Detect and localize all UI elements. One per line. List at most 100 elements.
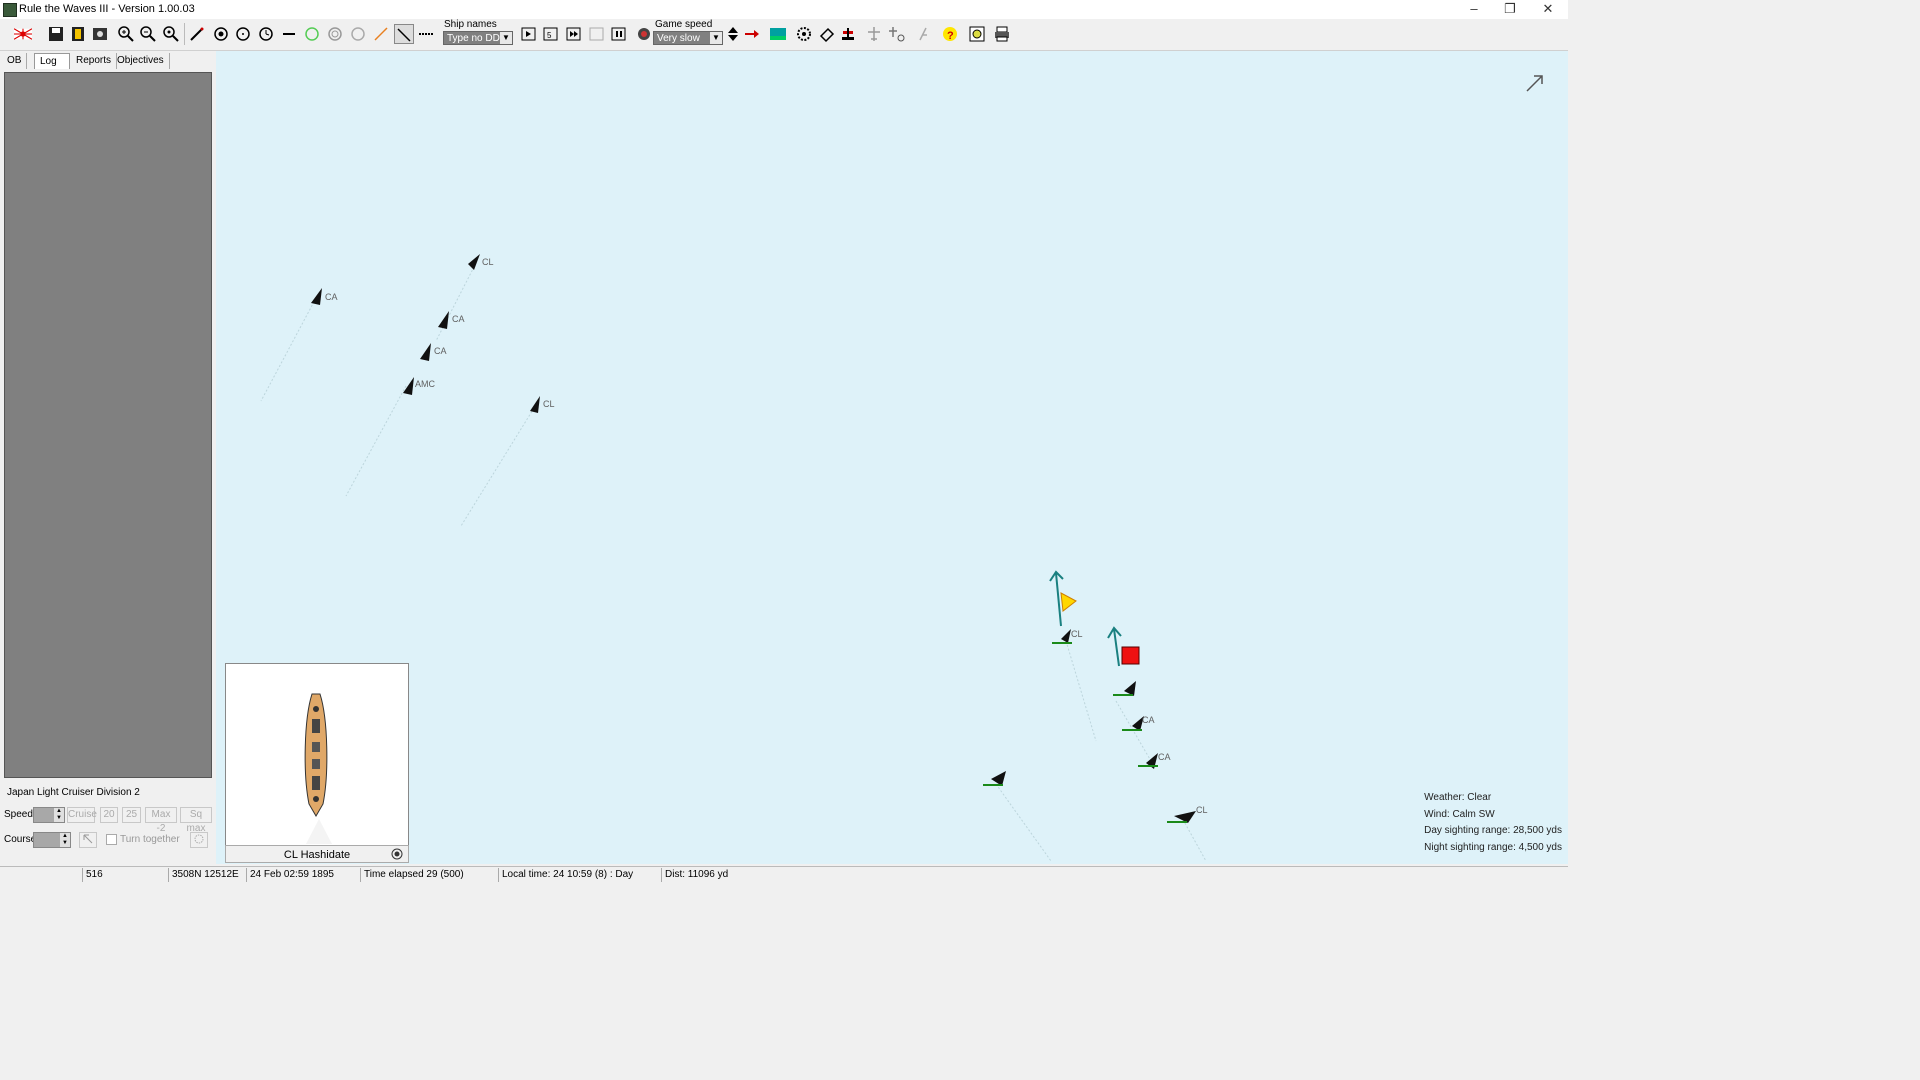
tab-objectives[interactable]: Objectives xyxy=(112,53,170,69)
zoom-out-icon[interactable] xyxy=(138,24,158,44)
pencil-icon[interactable] xyxy=(187,24,207,44)
friendly-ship-label[interactable]: CA xyxy=(1158,752,1171,762)
anchor-icon[interactable] xyxy=(838,24,858,44)
line-icon[interactable] xyxy=(279,24,299,44)
tab-reports[interactable]: Reports xyxy=(71,53,118,69)
japan-flag-icon[interactable] xyxy=(6,24,40,44)
dash-icon[interactable] xyxy=(416,24,436,44)
tab-ob[interactable]: OB xyxy=(2,53,28,69)
status-id: 516 xyxy=(82,868,166,882)
chevron-down-icon: ▼ xyxy=(710,32,722,44)
sq-max-button[interactable]: Sq max xyxy=(180,807,212,834)
status-position: 3508N 12512E xyxy=(168,868,246,882)
clock-icon[interactable] xyxy=(256,24,276,44)
game-speed-value: Very slow xyxy=(657,33,700,44)
course-pick-button[interactable] xyxy=(79,832,97,848)
report-icon[interactable] xyxy=(967,24,987,44)
selected-ship-name: CL Hashidate xyxy=(225,845,409,863)
course-arrow xyxy=(1049,570,1064,627)
speed-20-button[interactable]: 20 xyxy=(100,807,118,823)
game-speed-select[interactable]: Very slow ▼ xyxy=(653,31,723,45)
red-arrow-icon[interactable] xyxy=(742,24,762,44)
ring-green-icon[interactable] xyxy=(302,24,322,44)
speed-25-button[interactable]: 25 xyxy=(122,807,141,823)
day-sighting-line: Day sighting range: 28,500 yds xyxy=(1424,825,1562,836)
print-icon[interactable] xyxy=(992,24,1012,44)
circle-icon[interactable] xyxy=(233,24,253,44)
ship-wake xyxy=(260,297,317,402)
map-canvas xyxy=(260,75,1543,862)
slow-icon[interactable] xyxy=(587,24,607,44)
flagship-flag-icon xyxy=(1060,592,1077,612)
cruise-button[interactable]: Cruise xyxy=(67,807,97,823)
planes-icon[interactable] xyxy=(864,24,884,44)
zoom-fit-icon[interactable] xyxy=(161,24,181,44)
turn-together-checkbox[interactable] xyxy=(106,834,117,845)
toolbar: Ship names Type no DD ▼ 5 Game speed Ver… xyxy=(0,19,1568,51)
ring-gray-icon[interactable] xyxy=(325,24,345,44)
status-bar: 516 3508N 12512E 24 Feb 02:59 1895 Time … xyxy=(0,866,1568,883)
radar-icon[interactable] xyxy=(634,24,654,44)
ring-light-icon[interactable] xyxy=(348,24,368,44)
speed-spinner[interactable]: ▲ ▼ xyxy=(33,807,65,823)
zoom-in-icon[interactable] xyxy=(116,24,136,44)
enemy-ship-label[interactable]: CL xyxy=(482,257,494,267)
night-sighting-line: Night sighting range: 4,500 yds xyxy=(1424,841,1562,853)
spinner-arrows-icon[interactable]: ▲ ▼ xyxy=(54,808,64,822)
pause-icon[interactable] xyxy=(609,24,629,44)
friendly-ship-label[interactable]: CA xyxy=(1142,715,1155,725)
status-distance: Dist: 11096 yd xyxy=(661,868,861,882)
ship-profile-box[interactable] xyxy=(225,663,409,863)
gear-icon[interactable] xyxy=(794,24,814,44)
enemy-ship-marker xyxy=(420,343,431,361)
course-label: Course xyxy=(4,834,37,845)
torpedo-icon[interactable] xyxy=(913,24,933,44)
close-button[interactable]: ✕ xyxy=(1530,0,1566,19)
course-spinner[interactable]: ▲ ▼ xyxy=(33,832,71,848)
eraser-icon[interactable] xyxy=(817,24,837,44)
enemy-ship-marker xyxy=(468,254,480,270)
fast-icon[interactable] xyxy=(564,24,584,44)
friendly-ship-label[interactable]: CL xyxy=(1196,805,1208,815)
ship-name-text: CL Hashidate xyxy=(283,849,351,861)
enemy-ship-marker xyxy=(403,377,414,395)
arrow-orange-icon[interactable] xyxy=(371,24,391,44)
play-icon[interactable] xyxy=(519,24,539,44)
enemy-ship-label[interactable]: AMC xyxy=(415,379,435,389)
target-icon[interactable] xyxy=(211,24,231,44)
wind-line: Wind: Calm SW xyxy=(1424,808,1495,820)
ship-names-select[interactable]: Type no DD ▼ xyxy=(443,31,513,45)
ship-top-view-icon xyxy=(304,693,332,844)
enemy-ship-label[interactable]: CL xyxy=(543,399,555,409)
enemy-ship-label[interactable]: CA xyxy=(452,314,465,324)
speed-label: Speed xyxy=(4,809,33,820)
friendly-ship-label[interactable]: CL xyxy=(1071,629,1083,639)
ship-wake xyxy=(995,783,1052,862)
map-icon[interactable] xyxy=(768,24,788,44)
note-icon[interactable] xyxy=(68,24,88,44)
speed-up-icon[interactable] xyxy=(724,24,738,44)
arrow-black-icon[interactable] xyxy=(394,24,414,44)
status-local-time: Local time: 24 10:59 (8) : Day xyxy=(498,868,660,882)
help-icon[interactable]: ? xyxy=(940,24,960,44)
spinner-arrows-icon[interactable]: ▲ ▼ xyxy=(60,833,70,847)
save-icon[interactable] xyxy=(46,24,66,44)
ship-names-value: Type no DD xyxy=(447,33,500,44)
gear-icon xyxy=(194,834,204,844)
app-icon xyxy=(3,3,17,17)
restore-button[interactable]: ❐ xyxy=(1492,0,1528,19)
log-panel[interactable] xyxy=(4,72,212,778)
enemy-ship-marker xyxy=(311,288,322,305)
minimize-button[interactable]: – xyxy=(1456,0,1492,19)
step-icon[interactable]: 5 xyxy=(541,24,561,44)
settings-button[interactable] xyxy=(190,832,208,848)
lock-icon[interactable] xyxy=(391,848,403,860)
tab-log[interactable]: Log xyxy=(34,53,70,69)
game-speed-label: Game speed xyxy=(655,19,713,30)
battle-map[interactable]: CL CA CA CA AMC CL CL CA CA CL Weather: … xyxy=(216,51,1568,864)
plane-target-icon[interactable] xyxy=(887,24,907,44)
enemy-ship-label[interactable]: CA xyxy=(434,346,447,356)
max-minus-2-button[interactable]: Max -2 xyxy=(145,807,177,834)
options-icon[interactable] xyxy=(90,24,110,44)
enemy-ship-label[interactable]: CA xyxy=(325,292,338,302)
